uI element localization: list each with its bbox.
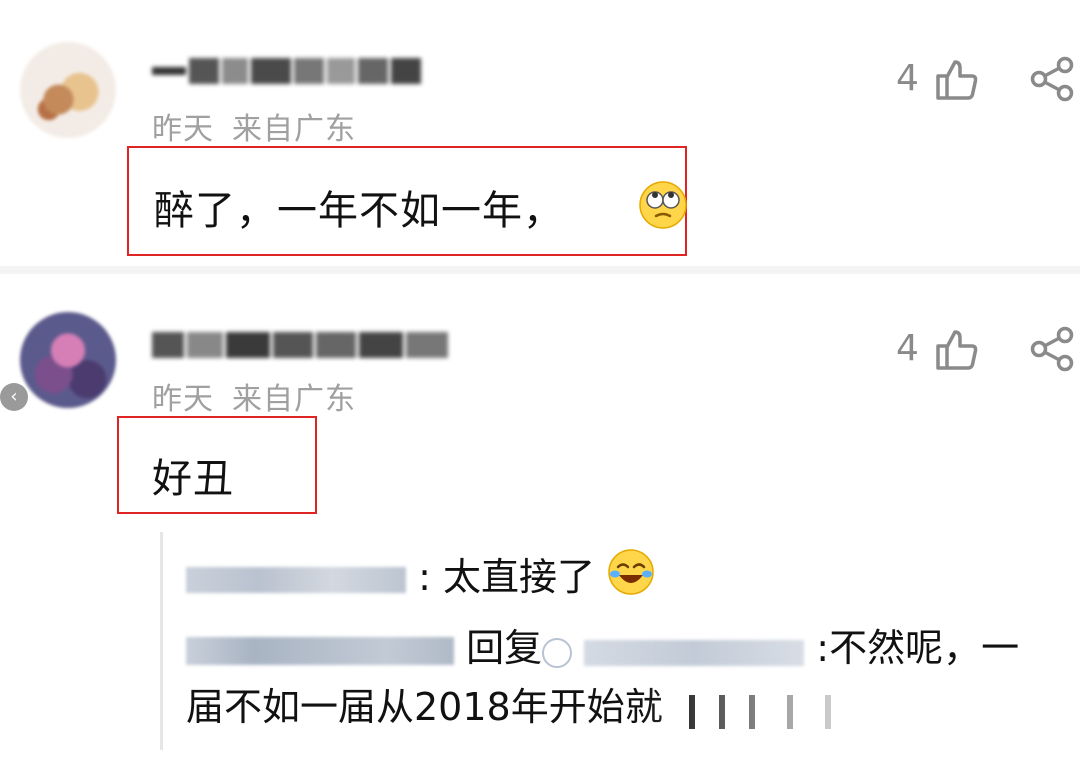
laughing-crying-emoji [607, 548, 655, 611]
avatar[interactable] [20, 312, 116, 408]
like-count: 4 [896, 328, 919, 369]
share-icon[interactable] [1028, 56, 1076, 106]
comment-location: 来自广东 [232, 382, 356, 417]
reply-action: 回复 [466, 626, 543, 670]
text-fade-overlay [640, 680, 1080, 750]
reply-text-line2: 届不如一届从2018年开始就 [186, 684, 663, 729]
comment-divider [0, 266, 1080, 274]
thumbs-up-icon[interactable] [934, 58, 980, 106]
comment-time: 昨天 [152, 112, 214, 147]
reply-item[interactable]: : 太直接了 [186, 548, 655, 611]
reply-separator: : [816, 626, 830, 670]
mention-link[interactable] [542, 623, 805, 679]
reply-quote-bar [160, 532, 163, 750]
like-count: 4 [896, 58, 919, 99]
username-blurred[interactable] [152, 332, 448, 358]
comment-meta: 昨天 来自广东 [152, 374, 356, 418]
reply-username-blurred[interactable] [186, 555, 418, 599]
share-icon[interactable] [1028, 326, 1076, 376]
username-blurred[interactable] [152, 58, 421, 84]
thumbs-up-icon[interactable] [934, 328, 980, 376]
comment-location: 来自广东 [232, 112, 356, 147]
chevron-left-icon[interactable]: ‹ [0, 383, 28, 411]
reply-text: 太直接了 [443, 555, 596, 599]
comment-time: 昨天 [152, 382, 214, 417]
reply-text-line1: 不然呢，一 [829, 626, 1020, 670]
comment-meta: 昨天 来自广东 [152, 104, 356, 148]
avatar[interactable] [20, 42, 116, 138]
rolling-eyes-emoji [638, 180, 688, 234]
reply-separator: : [418, 555, 431, 599]
comment-text-content: 醉了，一年不如一年， [154, 188, 564, 234]
comment-text[interactable]: 醉了，一年不如一年， [154, 178, 564, 236]
reply-username-blurred[interactable] [186, 626, 466, 670]
comment-text[interactable]: 好丑 [152, 446, 234, 504]
